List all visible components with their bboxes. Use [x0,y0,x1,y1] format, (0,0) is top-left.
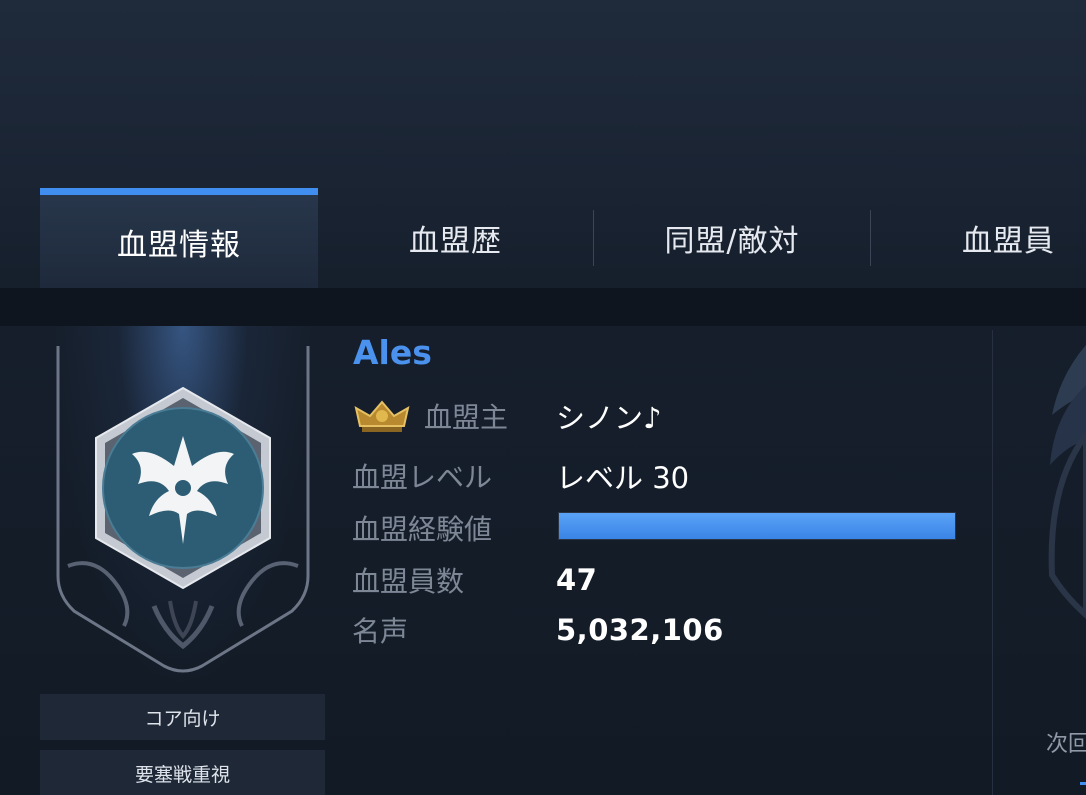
level-label: 血盟レベル [352,461,493,494]
leader-row: 血盟主 [352,396,508,436]
exp-progress-bar [558,512,956,540]
guild-name: Ales [353,333,432,372]
tab-guild-history[interactable]: 血盟歴 [318,188,593,288]
guild-screen: 血盟情報 血盟歴 同盟/敵対 血盟員 コア向け 要塞戦重視 Ales 血盟主 シ… [0,0,1086,795]
crown-icon [354,400,410,432]
tab-bar: 血盟情報 血盟歴 同盟/敵対 血盟員 [0,188,1086,288]
guild-tag-label: 要塞戦重視 [134,763,230,786]
leader-label: 血盟主 [424,401,509,434]
guild-emblem-frame [56,346,310,673]
tab-alliance-hostile-label: 同盟/敵対 [664,224,800,259]
tab-guild-history-label: 血盟歴 [409,224,502,259]
members-value: 47 [556,563,598,597]
guild-tag: 要塞戦重視 [40,750,325,795]
wing-decoration-icon [1048,345,1086,620]
tab-guild-members-label: 血盟員 [962,224,1055,259]
guild-tag-label: コア向け [144,707,221,730]
leader-value[interactable]: シノン♪ [556,396,662,436]
exp-row: 血盟経験値 [352,508,492,548]
exp-progress-fill [559,513,955,539]
level-value: レベル 30 [556,461,690,495]
next-info-label: 次回 [1046,732,1086,757]
panel-divider [992,330,993,795]
guild-tag: コア向け [40,694,325,740]
tab-guild-members[interactable]: 血盟員 [871,188,1086,288]
emblem-panel: コア向け 要塞戦重視 [40,326,325,795]
tab-guild-info[interactable]: 血盟情報 [40,188,318,288]
tab-alliance-hostile[interactable]: 同盟/敵対 [594,188,870,288]
fame-label: 名声 [352,615,409,648]
fame-row: 名声 [352,610,408,650]
fame-value: 5,032,106 [556,613,724,647]
level-row: 血盟レベル [352,456,492,496]
side-accent [1080,782,1086,785]
guild-emblem-wings-icon [95,386,271,590]
tab-guild-info-label: 血盟情報 [117,227,241,263]
header-band [0,288,1086,326]
exp-label: 血盟経験値 [352,513,493,546]
members-label: 血盟員数 [352,565,465,598]
members-row: 血盟員数 [352,560,464,600]
